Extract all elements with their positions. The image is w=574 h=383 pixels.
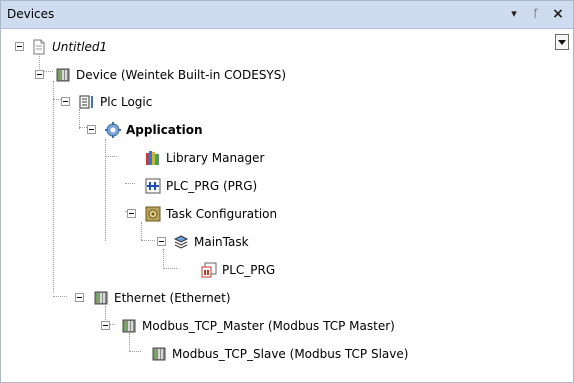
library-books-icon [145, 150, 161, 166]
application-gear-icon [105, 122, 121, 138]
panel-titlebar: Devices ▾ ᚴ × [1, 1, 573, 29]
tree-label: Device (Weintek Built-in CODESYS) [76, 68, 287, 82]
task-configuration-icon [145, 206, 161, 222]
tree-item-modbus-tcp-slave[interactable]: Modbus_TCP_Slave (Modbus TCP Slave) [151, 344, 408, 364]
tree-label: MainTask [194, 235, 249, 249]
tree-item-plc-logic[interactable]: Plc Logic [61, 92, 152, 112]
close-icon[interactable]: × [550, 5, 566, 23]
device-icon [151, 346, 167, 362]
tree-label: PLC_PRG [222, 263, 276, 277]
tree-label: Untitled1 [52, 40, 108, 54]
tree-item-library-manager[interactable]: Library Manager [145, 148, 264, 168]
project-file-icon [31, 39, 47, 55]
collapse-toggle[interactable] [157, 237, 166, 246]
tree-item-application[interactable]: Application [87, 120, 203, 140]
tree-label: Ethernet (Ethernet) [114, 291, 231, 305]
collapse-toggle[interactable] [75, 293, 84, 302]
task-stack-icon [173, 234, 189, 250]
collapse-toggle[interactable] [35, 70, 44, 79]
tree-label: Modbus_TCP_Slave (Modbus TCP Slave) [172, 347, 409, 361]
tree-item-ethernet[interactable]: Ethernet (Ethernet) [75, 288, 231, 308]
collapse-toggle[interactable] [127, 209, 136, 218]
device-icon [55, 67, 71, 83]
collapse-toggle[interactable] [15, 42, 24, 51]
panel-title: Devices [7, 7, 55, 21]
program-call-icon [201, 262, 217, 278]
tree-label: Library Manager [166, 151, 265, 165]
pin-icon[interactable]: ᚴ [528, 5, 544, 23]
tree-item-plc-prg-call[interactable]: PLC_PRG [201, 260, 275, 280]
device-icon [121, 318, 137, 334]
tree-label: Application [126, 123, 203, 137]
panel-menu-dropdown-icon[interactable]: ▾ [506, 5, 522, 23]
tree-item-main-task[interactable]: MainTask [157, 232, 249, 252]
plc-logic-icon [79, 94, 95, 110]
tree-item-task-configuration[interactable]: Task Configuration [127, 204, 277, 224]
tree-label: Plc Logic [100, 95, 153, 109]
device-tree: Untitled1 Device (Weintek Built-in CODES… [1, 29, 561, 379]
devices-panel: Devices ▾ ᚴ × Untitled1 Device (Weintek … [0, 0, 574, 383]
collapse-toggle[interactable] [61, 97, 70, 106]
tree-item-plc-prg-program[interactable]: PLC_PRG (PRG) [145, 176, 257, 196]
tree-item-modbus-tcp-master[interactable]: Modbus_TCP_Master (Modbus TCP Master) [101, 316, 395, 336]
device-icon [93, 290, 109, 306]
tree-label: PLC_PRG (PRG) [166, 179, 258, 193]
tree-item-device[interactable]: Device (Weintek Built-in CODESYS) [35, 65, 286, 85]
tree-item-project[interactable]: Untitled1 [15, 37, 107, 57]
tree-label: Task Configuration [166, 207, 278, 221]
program-pou-icon [145, 178, 161, 194]
collapse-toggle[interactable] [101, 321, 110, 330]
tree-label: Modbus_TCP_Master (Modbus TCP Master) [142, 319, 395, 333]
collapse-toggle[interactable] [87, 125, 96, 134]
